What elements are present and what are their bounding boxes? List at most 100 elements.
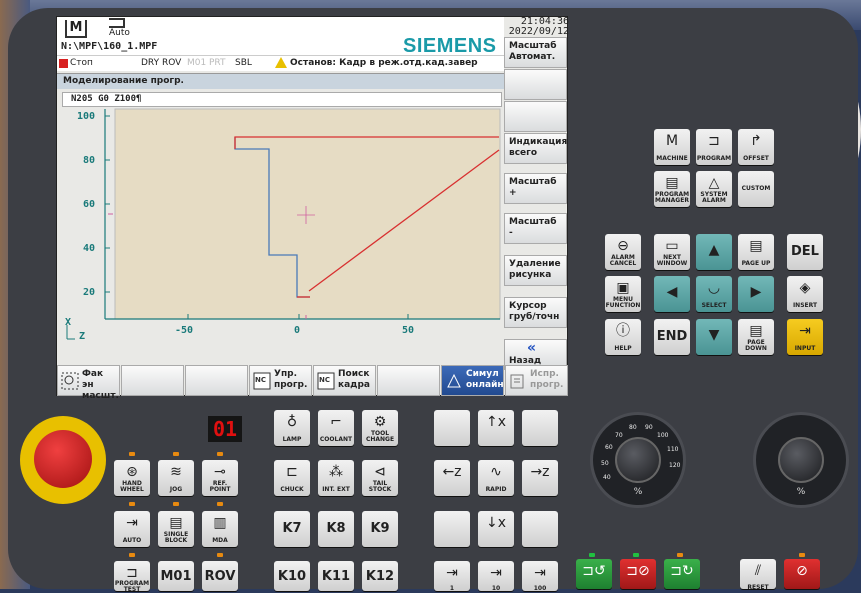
key-x-plus[interactable]: ↑x [478,410,514,446]
sbl-status: SBL [235,58,252,68]
softkey-zoom-minus[interactable]: Масштаб - [504,213,567,244]
key-spindle-cw[interactable]: ⊐↻ [664,559,700,589]
softkey-h2[interactable] [121,365,184,396]
softkey-zoom-plus[interactable]: Масштаб + [504,173,567,204]
softkey-edit-prog[interactable]: Испр. прогр. [505,365,568,396]
key-del[interactable]: DEL [787,234,823,270]
hmi-screen: M Auto N:\MPF\160_1.MPF SIEMENS 21:04:36… [56,16,569,401]
arrow-left-icon: ◀ [666,284,678,300]
warning-icon [275,57,287,68]
softkey-cursor-coarse-fine[interactable]: Курсор груб/точн [504,297,567,328]
arrow-down-icon: ▼ [708,327,720,343]
key-input[interactable]: ⇥ INPUT [787,319,823,355]
key-hand-wheel[interactable]: ⊛ HAND WHEEL [114,460,150,496]
key-page-down[interactable]: ▤ PAGE DOWN [738,319,774,355]
key-left[interactable]: ◀ [654,276,690,312]
key-alarm-cancel[interactable]: ⊖ ALARM CANCEL [605,234,641,270]
key-system-alarm[interactable]: △ SYSTEM ALARM [696,171,732,207]
program-icon: ⊐ [708,133,720,149]
key-ref-point[interactable]: ⊸ REF. POINT [202,460,238,496]
simulation-area[interactable]: 100 80 60 40 20 -50 0 50 Z X [57,107,504,347]
key-k7[interactable]: K7 [274,511,310,547]
softkey-block-search[interactable]: NC Поиск кадра [313,365,376,396]
key-offset[interactable]: ↱ OFFSET [738,129,774,165]
key-down[interactable]: ▼ [696,319,732,355]
softkey-prog-control[interactable]: NC Упр. прогр. [249,365,312,396]
feed-unit: % [633,487,643,497]
key-spindle-ccw[interactable]: ⊐↺ [576,559,612,589]
softkey-v3[interactable] [504,101,567,132]
key-spindle-stop[interactable]: ⊐⊘ [620,559,656,589]
svg-text:NC: NC [255,376,266,384]
softkey-fact-zoom-label: Фак эн масшт. [82,369,119,401]
key-lamp[interactable]: ♁ LAMP [274,410,310,446]
key-help[interactable]: ⓘ HELP [605,319,641,355]
spindle-override-dial[interactable]: % [753,412,849,508]
key-rov[interactable]: ROV [202,561,238,591]
softkey-delete-drawing[interactable]: Удаление рисунка [504,255,567,286]
softkey-h6[interactable] [377,365,440,396]
feed-override-dial[interactable]: 40 50 60 70 80 90 100 110 120 % [590,412,686,508]
key-page-up[interactable]: ▤ PAGE UP [738,234,774,270]
led-single-block [173,502,179,506]
key-step-1[interactable]: ⇥ 1 [434,561,470,592]
nc-search-icon: NC [317,372,335,390]
jog-icon: ≋ [170,464,182,480]
key-auto[interactable]: ⇥ AUTO [114,511,150,547]
softkey-zoom-auto[interactable]: Масштаб Автомат. [504,37,567,68]
key-k8[interactable]: K8 [318,511,354,547]
input-icon: ⇥ [799,323,811,339]
key-cycle-stop[interactable]: ⊘ [784,559,820,589]
key-z-minus[interactable]: ←z [434,460,470,496]
key-mda[interactable]: ▥ MDA [202,511,238,547]
key-k11[interactable]: K11 [318,561,354,591]
softkey-show-all[interactable]: Индикация всего [504,133,567,164]
key-axis-blank-3[interactable] [434,511,470,547]
key-tail-stock[interactable]: ⊲ TAIL STOCK [362,460,398,496]
key-step-100[interactable]: ⇥ 100 [522,561,558,592]
key-tool-change[interactable]: ⚙ TOOL CHANGE [362,410,398,446]
key-program-manager[interactable]: ▤ PROGRAM MANAGER [654,171,690,207]
key-int-ext[interactable]: ⁂ INT. EXT [318,460,354,496]
key-program-test[interactable]: ⊐ PROGRAM TEST [114,561,150,593]
key-next-window[interactable]: ▭ NEXT WINDOW [654,234,690,270]
key-menu-function[interactable]: ▣ MENU FUNCTION [605,276,641,312]
arrow-up-icon: ▲ [708,242,720,258]
key-custom[interactable]: CUSTOM [738,171,774,207]
svg-text:80: 80 [629,424,637,431]
emergency-stop-button[interactable] [20,416,106,504]
key-jog[interactable]: ≋ JOG [158,460,194,496]
key-chuck[interactable]: ⊏ CHUCK [274,460,310,496]
key-step-10[interactable]: ⇥ 10 [478,561,514,592]
stop-icon [59,59,68,68]
key-right[interactable]: ▶ [738,276,774,312]
softkey-fact-zoom[interactable]: Фак эн масшт. [57,365,120,401]
softkey-v2[interactable] [504,69,567,100]
key-coolant[interactable]: ⌐ COOLANT [318,410,354,446]
key-machine[interactable]: M MACHINE [654,129,690,165]
key-reset[interactable]: ⫽ RESET [740,559,776,591]
key-axis-blank-2[interactable] [522,410,558,446]
svg-text:70: 70 [615,432,623,439]
key-end[interactable]: END [654,319,690,355]
softkey-block-search-label: Поиск кадра [338,369,370,390]
key-k9[interactable]: K9 [362,511,398,547]
key-k10[interactable]: K10 [274,561,310,591]
key-m01[interactable]: M01 [158,561,194,591]
key-single-block[interactable]: ▤ SINGLE BLOCK [158,511,194,547]
softkey-h3[interactable] [185,365,248,396]
key-insert[interactable]: ◈ INSERT [787,276,823,312]
key-k12[interactable]: K12 [362,561,398,591]
key-x-minus[interactable]: ↓x [478,511,514,547]
key-program[interactable]: ⊐ PROGRAM [696,129,732,165]
key-select[interactable]: ◡ SELECT [696,276,732,312]
key-axis-blank-4[interactable] [522,511,558,547]
key-axis-blank-1[interactable] [434,410,470,446]
horizontal-softkeys: Фак эн масшт. NC Упр. прогр. NC Поиск ка… [57,365,569,401]
step-arrow-icon: ⇥ [446,565,458,581]
key-up[interactable]: ▲ [696,234,732,270]
key-rapid[interactable]: ∿ RAPID [478,460,514,496]
softkey-sim-online[interactable]: Симул онлайн [441,365,504,396]
reset-icon: ⫽ [754,563,762,579]
key-z-plus[interactable]: →z [522,460,558,496]
